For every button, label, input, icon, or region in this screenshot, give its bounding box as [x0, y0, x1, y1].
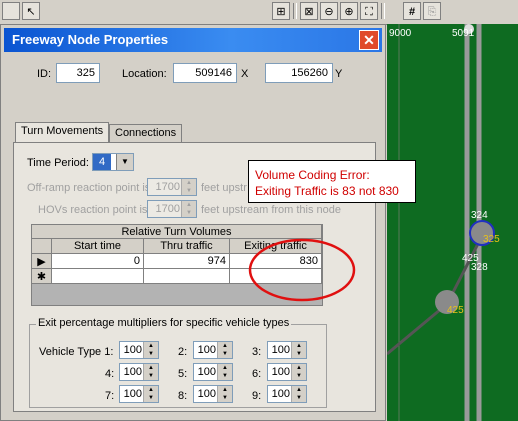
cell-start-time[interactable]: 0: [52, 254, 144, 269]
vehicle-type-label: 4:: [105, 368, 115, 380]
vehicle-type-label: 8:: [178, 390, 188, 402]
location-y-field[interactable]: 156260: [265, 63, 333, 83]
zoom-node-icon[interactable]: ⊠: [300, 2, 318, 20]
updown-icon[interactable]: ▲ ▼: [291, 386, 306, 402]
vehicle-type-label: 7:: [105, 390, 115, 402]
updown-icon[interactable]: ▲ ▼: [181, 179, 196, 195]
updown-icon[interactable]: ▲ ▼: [181, 201, 196, 217]
multiplier-value: 100: [271, 366, 290, 378]
fit-icon[interactable]: ⛶: [360, 2, 378, 20]
grid-corner: [32, 239, 52, 254]
freeway-node-dialog: Freeway Node Properties ✕ ID: 325 Locati…: [0, 24, 386, 421]
hov-value: 1700: [155, 203, 180, 215]
y-label: Y: [335, 68, 343, 80]
pointer-icon[interactable]: ↖: [22, 2, 40, 20]
multiplier-stepper[interactable]: 100 ▲ ▼: [193, 341, 233, 359]
zoom-out-icon[interactable]: ⊖: [320, 2, 338, 20]
vehicle-type-label: 6:: [252, 368, 262, 380]
multiplier-stepper[interactable]: 100 ▲ ▼: [193, 363, 233, 381]
offramp-suffix: feet upstr: [201, 182, 247, 194]
cell-thru-traffic[interactable]: [144, 269, 230, 284]
multiplier-stepper[interactable]: 100 ▲ ▼: [119, 341, 159, 359]
copy-icon[interactable]: ⎘: [423, 2, 441, 20]
multiplier-value: 100: [123, 388, 142, 400]
updown-icon[interactable]: ▲ ▼: [217, 386, 232, 402]
error-callout: Volume Coding Error: Exiting Traffic is …: [248, 160, 416, 203]
callout-line1: Volume Coding Error:: [255, 168, 370, 182]
time-period-value: 4: [93, 154, 111, 170]
group-title: Exit percentage multipliers for specific…: [36, 317, 292, 329]
offramp-value: 1700: [155, 181, 180, 193]
multiplier-stepper[interactable]: 100 ▲ ▼: [267, 341, 307, 359]
multiplier-stepper[interactable]: 100 ▲ ▼: [193, 385, 233, 403]
updown-icon[interactable]: ▲ ▼: [291, 342, 306, 358]
vehicle-type-label: 5:: [178, 368, 188, 380]
toolbar: ↖ ⊞ ⊠ ⊖ ⊕ ⛶ # ⎘: [0, 0, 518, 25]
updown-icon[interactable]: ▲ ▼: [217, 342, 232, 358]
updown-icon[interactable]: ▲ ▼: [143, 386, 158, 402]
map-label: 328: [471, 262, 488, 273]
cell-thru-traffic[interactable]: 974: [144, 254, 230, 269]
vehicle-type-label: 2:: [178, 346, 188, 358]
new-row-icon[interactable]: ✱: [32, 269, 52, 284]
toolbar-button-blank[interactable]: [2, 2, 20, 20]
node-tool-icon[interactable]: ⊞: [272, 2, 290, 20]
chevron-down-icon[interactable]: ▼: [116, 154, 133, 170]
grid-icon[interactable]: #: [403, 2, 421, 20]
multiplier-value: 100: [197, 388, 216, 400]
offramp-stepper[interactable]: 1700 ▲ ▼: [147, 178, 197, 196]
cell-start-time[interactable]: [52, 269, 144, 284]
id-label: ID:: [37, 68, 52, 80]
offramp-label: Off-ramp reaction point is: [27, 182, 151, 194]
multiplier-value: 100: [197, 366, 216, 378]
multiplier-stepper[interactable]: 100 ▲ ▼: [267, 385, 307, 403]
column-header-start-time[interactable]: Start time: [52, 239, 144, 254]
multiplier-value: 100: [123, 344, 142, 356]
time-period-select[interactable]: 4 ▼: [92, 153, 134, 171]
tab-turn-movements[interactable]: Turn Movements: [15, 122, 110, 142]
multiplier-stepper[interactable]: 100 ▲ ▼: [119, 385, 159, 403]
location-label: Location:: [122, 68, 167, 80]
updown-icon[interactable]: ▲ ▼: [143, 342, 158, 358]
id-field[interactable]: 325: [56, 63, 100, 83]
toolbar-separator: [293, 3, 297, 19]
map-label: 325: [483, 234, 500, 245]
updown-icon[interactable]: ▲ ▼: [291, 364, 306, 380]
vehicle-type-label: 9:: [252, 390, 262, 402]
multiplier-value: 100: [123, 366, 142, 378]
map-canvas[interactable]: 9000 5091 324 325 425 328 425: [387, 24, 518, 421]
map-label: 9000: [389, 28, 412, 39]
callout-line2: Exiting Traffic is 83 not 830: [255, 184, 399, 198]
time-period-label: Time Period:: [27, 157, 89, 169]
hov-label: HOVs reaction point is: [38, 204, 148, 216]
x-label: X: [241, 68, 249, 80]
map-label: 324: [471, 210, 488, 221]
hov-suffix: feet upstream from this node: [201, 204, 342, 216]
dialog-titlebar[interactable]: Freeway Node Properties ✕: [4, 28, 382, 52]
hov-stepper[interactable]: 1700 ▲ ▼: [147, 200, 197, 218]
vehicle-type-label: 3:: [252, 346, 262, 358]
column-header-thru-traffic[interactable]: Thru traffic: [144, 239, 230, 254]
close-icon[interactable]: ✕: [359, 30, 379, 50]
multiplier-value: 100: [197, 344, 216, 356]
map-label: 425: [447, 305, 464, 316]
map-network: [387, 24, 495, 421]
dialog-title: Freeway Node Properties: [12, 32, 169, 47]
zoom-in-icon[interactable]: ⊕: [340, 2, 358, 20]
location-x-field[interactable]: 509146: [173, 63, 237, 83]
updown-icon[interactable]: ▲ ▼: [143, 364, 158, 380]
tab-connections[interactable]: Connections: [109, 124, 183, 142]
toolbar-separator: [381, 3, 385, 19]
multiplier-value: 100: [271, 388, 290, 400]
multiplier-stepper[interactable]: 100 ▲ ▼: [267, 363, 307, 381]
multiplier-value: 100: [271, 344, 290, 356]
map-label: 5091: [452, 28, 475, 39]
error-highlight-ellipse: [248, 238, 356, 302]
row-selector-icon[interactable]: ▶: [32, 254, 52, 269]
updown-icon[interactable]: ▲ ▼: [217, 364, 232, 380]
multiplier-stepper[interactable]: 100 ▲ ▼: [119, 363, 159, 381]
vehicle-type-label: Vehicle Type 1:: [39, 346, 114, 358]
